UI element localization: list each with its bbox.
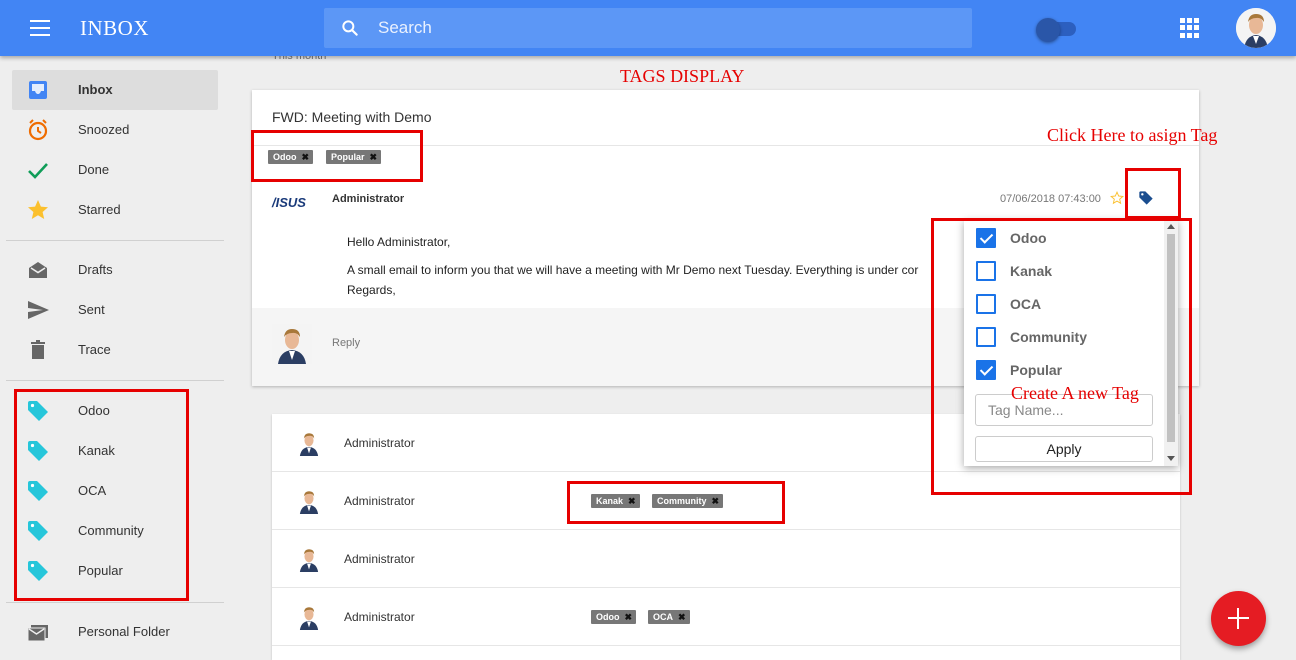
avatar	[296, 430, 322, 456]
theme-toggle[interactable]	[1036, 18, 1076, 42]
avatar	[272, 324, 312, 364]
trash-icon	[31, 340, 45, 359]
sidebar-item-trace[interactable]: Trace	[12, 330, 218, 370]
folder-icon	[27, 625, 48, 642]
sidebar-divider	[6, 240, 224, 241]
inbox-icon	[29, 81, 47, 99]
list-tag-chip[interactable]: OCA ✖	[648, 610, 690, 624]
list-item[interactable]: Administrator	[272, 530, 1180, 588]
apps-grid-icon[interactable]	[1180, 18, 1200, 38]
annotation-tags-display: TAGS DISPLAY	[620, 66, 745, 86]
sidebar-item-personal-folder[interactable]: Personal Folder	[12, 612, 218, 652]
sidebar-item-drafts[interactable]: Drafts	[12, 250, 218, 290]
search-input[interactable]	[378, 8, 958, 48]
remove-tag-icon[interactable]: ✖	[678, 612, 686, 622]
remove-tag-icon[interactable]: ✖	[625, 612, 633, 622]
annotation-box	[14, 389, 189, 601]
clock-icon	[28, 119, 48, 141]
sidebar-divider	[6, 602, 224, 603]
avatar	[296, 546, 322, 572]
send-icon	[28, 301, 49, 319]
menu-icon[interactable]	[22, 16, 58, 40]
annotation-box	[567, 481, 785, 524]
list-item-sender: Administrator	[344, 610, 415, 624]
top-app-bar: INBOX	[0, 0, 1296, 56]
user-avatar[interactable]	[1236, 8, 1276, 48]
check-icon	[28, 163, 48, 179]
reply-button[interactable]: Reply	[332, 337, 360, 349]
sender-logo: /ISUS	[272, 195, 306, 210]
message-body-line: A small email to inform you that we will…	[347, 263, 919, 277]
list-item-sender: Administrator	[344, 494, 415, 508]
annotation-click-here: Click Here to asign Tag	[1047, 125, 1218, 145]
message-body-line: Regards,	[347, 283, 396, 297]
avatar	[296, 488, 322, 514]
message-date: 07/06/2018 07:43:00	[1000, 193, 1101, 205]
annotation-box	[931, 218, 1192, 495]
drafts-icon	[29, 262, 47, 278]
sidebar-item-done[interactable]: Done	[12, 150, 218, 190]
annotation-create-new: Create A new Tag	[1011, 383, 1139, 403]
star-icon	[28, 200, 48, 219]
message-subject: FWD: Meeting with Demo	[272, 109, 432, 125]
list-item-sender: Administrator	[344, 552, 415, 566]
search-bar[interactable]	[324, 8, 972, 48]
list-tag-chip[interactable]: Odoo ✖	[591, 610, 637, 624]
star-outline-icon[interactable]	[1110, 191, 1124, 205]
app-title: INBOX	[80, 16, 149, 40]
sidebar-divider	[6, 380, 224, 381]
search-icon	[342, 20, 358, 36]
annotation-box	[251, 130, 423, 182]
sidebar-item-sent[interactable]: Sent	[12, 290, 218, 330]
message-body-line: Hello Administrator,	[347, 235, 451, 249]
compose-button[interactable]	[1211, 591, 1266, 646]
sidebar-item-starred[interactable]: Starred	[12, 190, 218, 230]
list-item[interactable]: Administrator Odoo ✖ OCA ✖	[272, 588, 1180, 646]
message-sender: Administrator	[332, 193, 405, 205]
sidebar-item-inbox[interactable]: Inbox	[12, 70, 218, 110]
avatar	[296, 604, 322, 630]
sidebar-item-snoozed[interactable]: Snoozed	[12, 110, 218, 150]
list-item-sender: Administrator	[344, 436, 415, 450]
annotation-box	[1125, 168, 1181, 219]
